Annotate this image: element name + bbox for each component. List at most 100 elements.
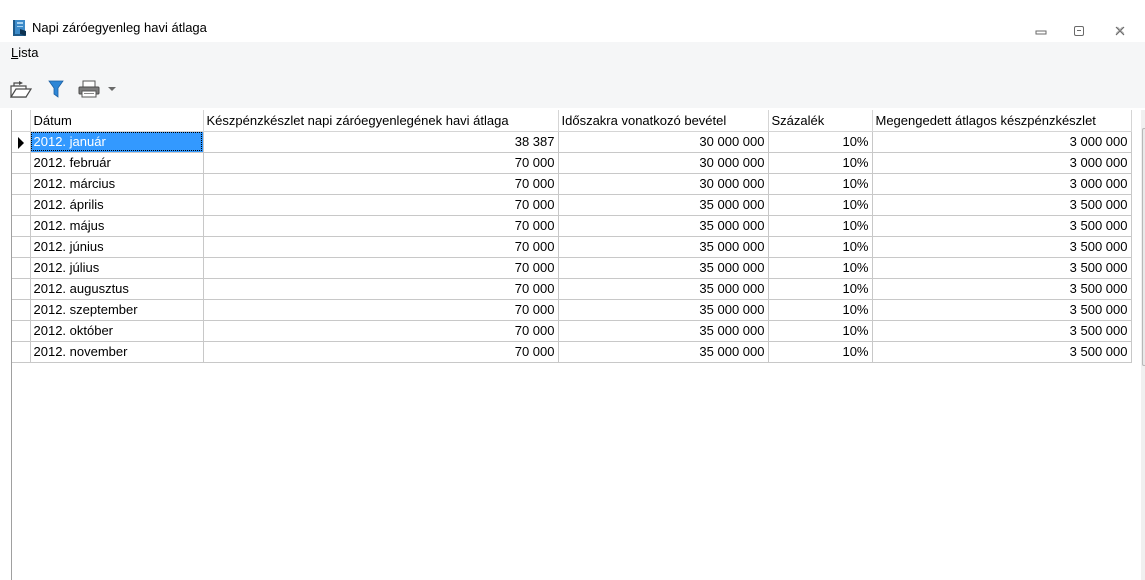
minimize-button[interactable] [1028, 22, 1054, 40]
table-cell[interactable]: 35 000 000 [558, 320, 769, 342]
table-cell[interactable]: 70 000 [203, 278, 559, 300]
title-bar[interactable]: Napi záróegyenleg havi átlaga [0, 0, 1145, 42]
table-cell[interactable]: 70 000 [203, 173, 559, 195]
table-cell[interactable]: 38 387 [203, 131, 559, 153]
table-cell[interactable]: 10% [768, 152, 873, 174]
table-cell[interactable]: 2012. március [30, 173, 204, 195]
ledger-book-icon [11, 19, 29, 37]
table-row[interactable]: 2012. október 70 000 35 000 000 10% 3 50… [12, 320, 1132, 342]
column-header-allowed-cash[interactable]: Megengedett átlagos készpénzkészlet [872, 110, 1132, 132]
table-cell[interactable]: 3 500 000 [872, 257, 1132, 279]
table-cell[interactable]: 30 000 000 [558, 152, 769, 174]
open-button[interactable] [10, 78, 32, 100]
table-cell[interactable]: 70 000 [203, 215, 559, 237]
table-row[interactable]: 2012. június 70 000 35 000 000 10% 3 500… [12, 236, 1132, 258]
vertical-scrollbar[interactable] [1141, 110, 1145, 580]
dropdown-arrow-icon [108, 87, 116, 91]
table-cell[interactable]: 2012. augusztus [30, 278, 204, 300]
table-cell[interactable]: 10% [768, 194, 873, 216]
table-cell[interactable]: 3 000 000 [872, 131, 1132, 153]
table-cell[interactable]: 10% [768, 341, 873, 363]
table-cell[interactable]: 10% [768, 299, 873, 321]
table-cell[interactable]: 10% [768, 278, 873, 300]
table-cell[interactable]: 35 000 000 [558, 257, 769, 279]
row-indicator [12, 341, 31, 363]
table-cell[interactable]: 35 000 000 [558, 299, 769, 321]
table-cell[interactable]: 3 000 000 [872, 173, 1132, 195]
row-indicator [12, 299, 31, 321]
header-row: Dátum Készpénzkészlet napi záróegyenlegé… [12, 110, 1132, 132]
table-cell[interactable]: 35 000 000 [558, 278, 769, 300]
table-cell[interactable]: 35 000 000 [558, 341, 769, 363]
menu-lista[interactable]: Lista [11, 45, 38, 61]
table-cell[interactable]: 2012. november [30, 341, 204, 363]
table-cell[interactable]: 3 500 000 [872, 341, 1132, 363]
scroll-up-button[interactable] [1141, 111, 1145, 127]
column-header-period-revenue[interactable]: Időszakra vonatkozó bevétel [558, 110, 769, 132]
table-cell[interactable]: 10% [768, 131, 873, 153]
filter-button[interactable] [48, 78, 66, 100]
menu-bar: Lista [0, 42, 1145, 64]
row-indicator [12, 320, 31, 342]
column-header-date[interactable]: Dátum [30, 110, 204, 132]
table-cell[interactable]: 2012. szeptember [30, 299, 204, 321]
table-cell[interactable]: 10% [768, 320, 873, 342]
table-cell[interactable]: 2012. január [30, 131, 204, 153]
table-cell[interactable]: 10% [768, 215, 873, 237]
row-indicator [12, 194, 31, 216]
close-icon [1115, 26, 1125, 36]
row-indicator [12, 152, 31, 174]
table-cell[interactable]: 2012. április [30, 194, 204, 216]
row-indicator [12, 173, 31, 195]
report-window: Napi záróegyenleg havi átlaga Lista Dátu… [0, 0, 1145, 580]
table-row[interactable]: 2012. május 70 000 35 000 000 10% 3 500 … [12, 215, 1132, 237]
table-row[interactable]: 2012. november 70 000 35 000 000 10% 3 5… [12, 341, 1132, 363]
column-header-avg-cash-balance[interactable]: Készpénzkészlet napi záróegyenlegének ha… [203, 110, 559, 132]
print-button[interactable] [78, 78, 102, 100]
maximize-button[interactable] [1066, 22, 1092, 40]
table-cell[interactable]: 2012. február [30, 152, 204, 174]
table-cell[interactable]: 35 000 000 [558, 194, 769, 216]
table-cell[interactable]: 30 000 000 [558, 131, 769, 153]
row-pointer-icon [17, 136, 24, 149]
table-row[interactable]: 2012. március 70 000 30 000 000 10% 3 00… [12, 173, 1132, 195]
filter-icon [48, 80, 64, 98]
table-row[interactable]: 2012. április 70 000 35 000 000 10% 3 50… [12, 194, 1132, 216]
table-cell[interactable]: 70 000 [203, 341, 559, 363]
table-cell[interactable]: 70 000 [203, 257, 559, 279]
table-cell[interactable]: 3 500 000 [872, 299, 1132, 321]
table-row[interactable]: 2012. február 70 000 30 000 000 10% 3 00… [12, 152, 1132, 174]
print-menu-dropdown[interactable] [107, 78, 119, 100]
table-cell[interactable]: 10% [768, 257, 873, 279]
table-cell[interactable]: 3 500 000 [872, 215, 1132, 237]
column-header-percent[interactable]: Százalék [768, 110, 873, 132]
table-cell[interactable]: 2012. május [30, 215, 204, 237]
table-cell[interactable]: 70 000 [203, 236, 559, 258]
table-cell[interactable]: 70 000 [203, 152, 559, 174]
table-cell[interactable]: 3 500 000 [872, 278, 1132, 300]
table-cell[interactable]: 2012. július [30, 257, 204, 279]
table-cell[interactable]: 70 000 [203, 194, 559, 216]
table-row[interactable]: 2012. január 38 387 30 000 000 10% 3 000… [12, 131, 1132, 153]
table-cell[interactable]: 30 000 000 [558, 173, 769, 195]
table-cell[interactable]: 3 500 000 [872, 236, 1132, 258]
table-cell[interactable]: 2012. október [30, 320, 204, 342]
row-indicator [12, 236, 31, 258]
table-cell[interactable]: 35 000 000 [558, 215, 769, 237]
table-row[interactable]: 2012. augusztus 70 000 35 000 000 10% 3 … [12, 278, 1132, 300]
table-cell[interactable]: 3 500 000 [872, 320, 1132, 342]
close-button[interactable] [1107, 22, 1133, 40]
table-cell[interactable]: 3 500 000 [872, 194, 1132, 216]
table-cell[interactable]: 35 000 000 [558, 236, 769, 258]
scroll-down-button[interactable] [1141, 562, 1145, 578]
table-cell[interactable]: 3 000 000 [872, 152, 1132, 174]
table-cell[interactable]: 10% [768, 236, 873, 258]
data-grid[interactable]: Dátum Készpénzkészlet napi záróegyenlegé… [11, 110, 1145, 580]
table-row[interactable]: 2012. szeptember 70 000 35 000 000 10% 3… [12, 299, 1132, 321]
table-row[interactable]: 2012. július 70 000 35 000 000 10% 3 500… [12, 257, 1132, 279]
table-cell[interactable]: 70 000 [203, 299, 559, 321]
table-cell[interactable]: 10% [768, 173, 873, 195]
table-cell[interactable]: 2012. június [30, 236, 204, 258]
table-cell[interactable]: 70 000 [203, 320, 559, 342]
row-indicator [12, 278, 31, 300]
